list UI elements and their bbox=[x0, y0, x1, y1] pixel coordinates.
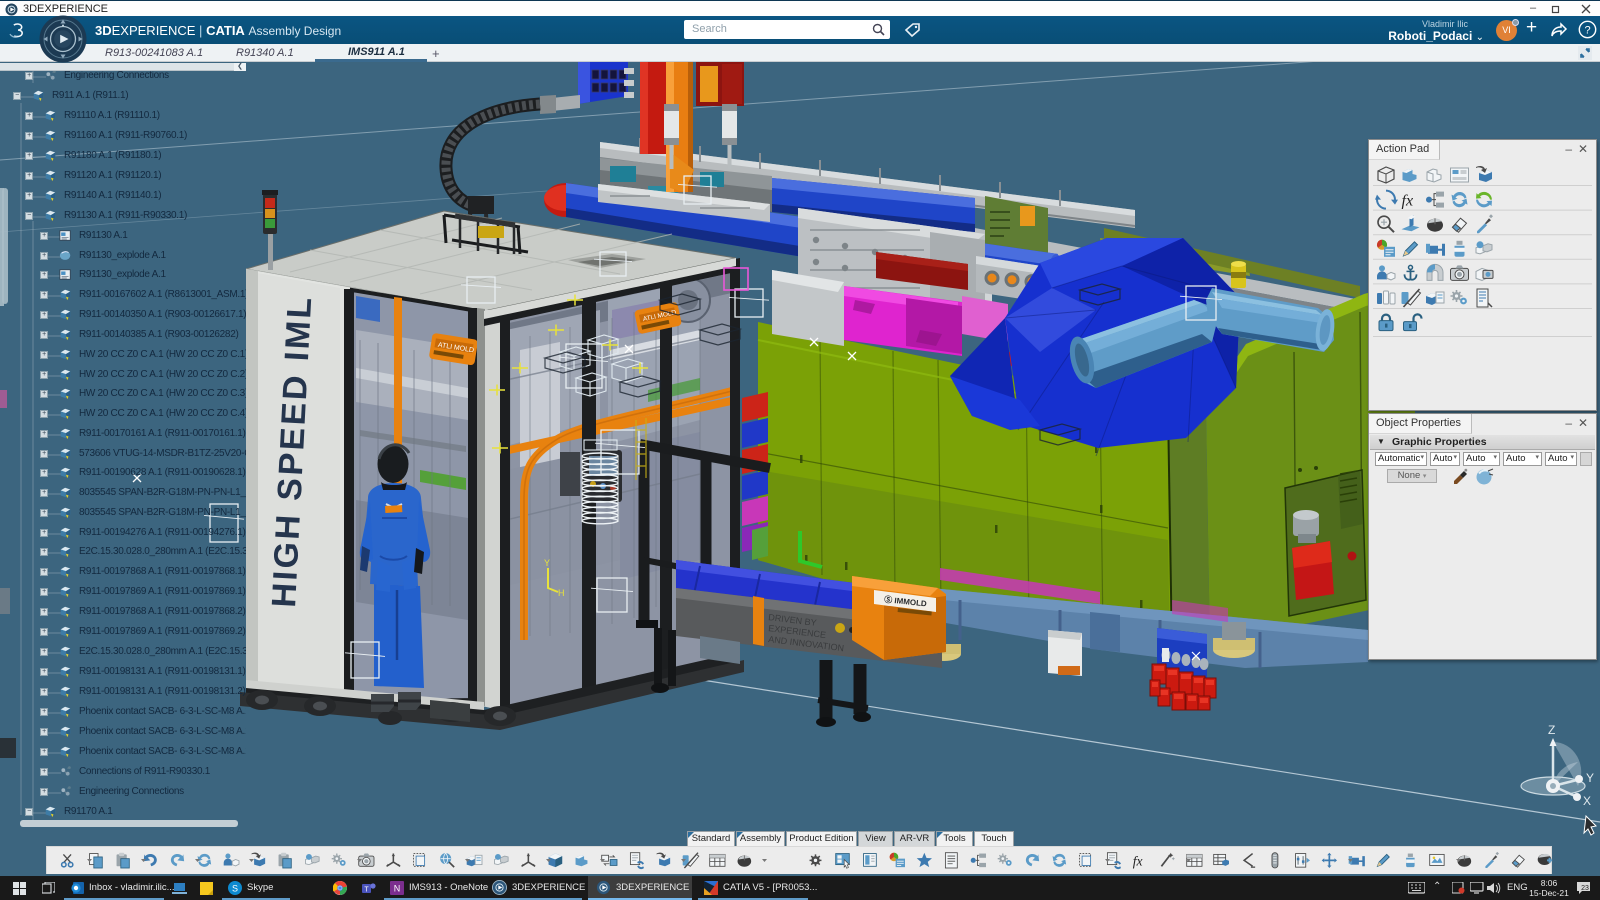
svg-text:Y: Y bbox=[544, 558, 550, 568]
svg-text:X: X bbox=[1583, 794, 1591, 808]
svg-text:H: H bbox=[558, 588, 565, 598]
svg-text:Z: Z bbox=[1548, 723, 1555, 737]
svg-text:?: ? bbox=[1584, 25, 1590, 37]
svg-text:S: S bbox=[232, 884, 238, 894]
svg-text:N: N bbox=[394, 884, 401, 894]
svg-text:fx: fx bbox=[1133, 853, 1143, 868]
svg-text:Y: Y bbox=[1586, 771, 1594, 785]
svg-text:23: 23 bbox=[1581, 885, 1589, 892]
svg-text:fx: fx bbox=[1402, 193, 1414, 210]
svg-text:T: T bbox=[364, 887, 369, 894]
